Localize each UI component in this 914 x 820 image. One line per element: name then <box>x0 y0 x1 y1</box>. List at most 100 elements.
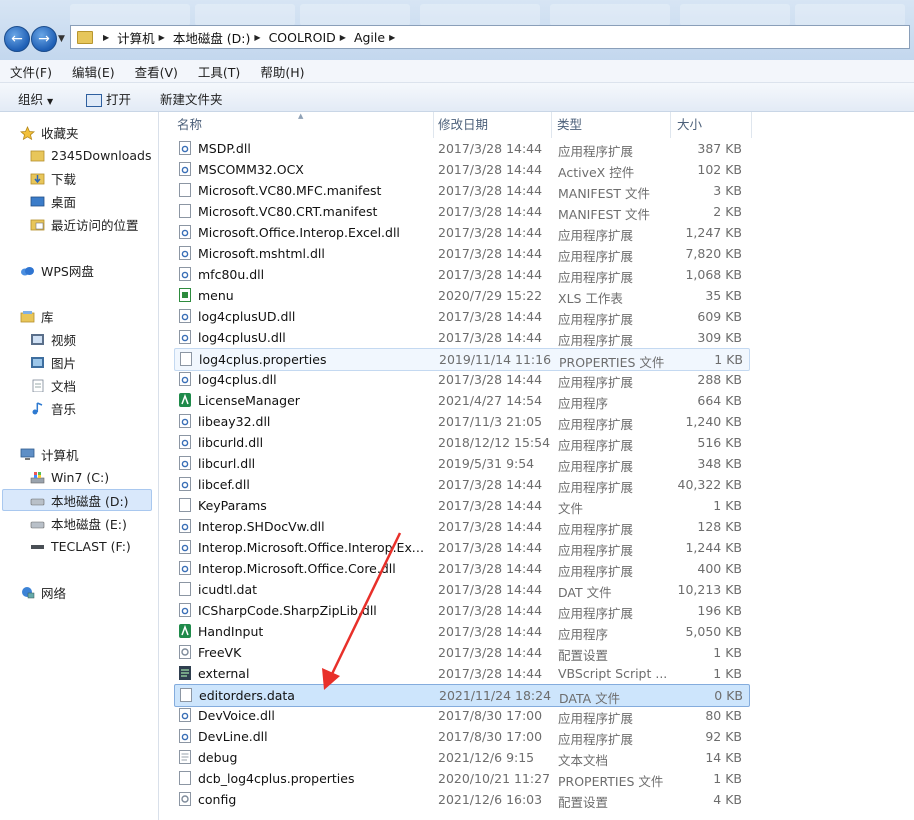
file-row-interop-microsoft-office-interop-excel[interactable]: Interop.Microsoft.Office.Interop.Excel..… <box>174 537 748 558</box>
menu-edit[interactable]: 编辑(E) <box>62 62 125 81</box>
file-row-external[interactable]: external 2017/3/28 14:44 VBScript Script .… <box>174 663 748 684</box>
file-row-log4cplusu-dll[interactable]: log4cplusU.dll 2017/3/28 14:44 应用程序扩展 309 K… <box>174 327 748 348</box>
file-type: 应用程序扩展 <box>558 270 634 285</box>
file-row-mscomm32-ocx[interactable]: MSCOMM32.OCX 2017/3/28 14:44 ActiveX 控件 102… <box>174 159 748 180</box>
nav-item-documents[interactable]: 文档 <box>30 374 76 396</box>
nav-item-2345downloads[interactable]: 2345Downloads <box>30 144 151 166</box>
menu-tools[interactable]: 工具(T) <box>188 62 250 81</box>
file-row-keyparams[interactable]: KeyParams 2017/3/28 14:44 文件 1 KB <box>174 495 748 516</box>
file-row-msdp-dll[interactable]: MSDP.dll 2017/3/28 14:44 应用程序扩展 387 KB <box>174 138 748 159</box>
file-row-handinput[interactable]: HandInput 2017/3/28 14:44 应用程序 5,050 KB <box>174 621 748 642</box>
file-size: 35 KB <box>705 288 742 303</box>
nav-wps-cloud[interactable]: WPS网盘 <box>20 259 94 281</box>
menu-file[interactable]: 文件(F) <box>0 62 62 81</box>
chevron-right-icon[interactable]: ▶ <box>159 33 165 42</box>
file-row-microsoft-office-interop-excel-dll[interactable]: Microsoft.Office.Interop.Excel.dll 2017/3… <box>174 222 748 243</box>
file-row-microsoft-mshtml-dll[interactable]: Microsoft.mshtml.dll 2017/3/28 14:44 应用程序扩… <box>174 243 748 264</box>
file-row-libcurl-dll[interactable]: libcurl.dll 2019/5/31 9:54 应用程序扩展 348 KB <box>174 453 748 474</box>
nav-item-label: TECLAST (F:) <box>51 538 131 554</box>
file-row-licensemanager[interactable]: LicenseManager 2021/4/27 14:54 应用程序 664 KB <box>174 390 748 411</box>
file-date: 2017/3/28 14:44 <box>438 624 543 639</box>
nav-item-videos[interactable]: 视频 <box>30 328 76 350</box>
nav-drive-c[interactable]: Win7 (C:) <box>30 466 109 488</box>
file-row-mfc80u-dll[interactable]: mfc80u.dll 2017/3/28 14:44 应用程序扩展 1,068 KB <box>174 264 748 285</box>
file-row-log4cplus-dll[interactable]: log4cplus.dll 2017/3/28 14:44 应用程序扩展 288 KB <box>174 369 748 390</box>
chevron-right-icon[interactable]: ▶ <box>389 33 395 42</box>
file-row-devvoice-dll[interactable]: DevVoice.dll 2017/8/30 17:00 应用程序扩展 80 KB <box>174 705 748 726</box>
file-date: 2017/3/28 14:44 <box>438 225 543 240</box>
menu-view[interactable]: 查看(V) <box>125 62 188 81</box>
back-button[interactable]: ← <box>4 26 30 52</box>
file-row-debug[interactable]: debug 2021/12/6 9:15 文本文档 14 KB <box>174 747 748 768</box>
file-size: 1 KB <box>713 498 742 513</box>
file-size: 2 KB <box>713 204 742 219</box>
file-date: 2017/3/28 14:44 <box>438 372 543 387</box>
nav-item-desktop[interactable]: 桌面 <box>30 190 76 212</box>
file-row-icudtl-dat[interactable]: icudtl.dat 2017/3/28 14:44 DAT 文件 10,213 KB <box>174 579 748 600</box>
nav-network[interactable]: 网络 <box>20 581 66 603</box>
file-date: 2017/3/28 14:44 <box>438 330 543 345</box>
chevron-right-icon[interactable]: ▶ <box>254 33 260 42</box>
file-row-interop-microsoft-office-core-dll[interactable]: Interop.Microsoft.Office.Core.dll 2017/3/… <box>174 558 748 579</box>
file-row-editorders-data[interactable]: editorders.data 2021/11/24 18:24 DATA 文件 0 … <box>174 684 750 707</box>
nav-libraries[interactable]: 库 <box>20 305 54 327</box>
breadcrumb-drive-d[interactable]: 本地磁盘 (D:) <box>173 28 251 47</box>
breadcrumb-agile[interactable]: Agile <box>354 30 385 45</box>
file-row-config[interactable]: config 2021/12/6 16:03 配置设置 4 KB <box>174 789 748 810</box>
new-folder-button[interactable]: 新建文件夹 <box>160 89 223 108</box>
background-taskbar-item <box>680 4 790 26</box>
file-row-freevk[interactable]: FreeVK 2017/3/28 14:44 配置设置 1 KB <box>174 642 748 663</box>
background-taskbar-item <box>70 4 190 26</box>
nav-item-recent-places[interactable]: 最近访问的位置 <box>30 213 139 235</box>
file-row-interop-shdocvw-dll[interactable]: Interop.SHDocVw.dll 2017/3/28 14:44 应用程序扩展… <box>174 516 748 537</box>
nav-drive-f[interactable]: TECLAST (F:) <box>30 535 131 557</box>
column-header-type[interactable]: 类型 <box>552 112 671 138</box>
nav-item-pictures[interactable]: 图片 <box>30 351 76 373</box>
breadcrumb-computer[interactable]: 计算机 <box>117 28 155 47</box>
file-date: 2017/11/3 21:05 <box>438 414 543 429</box>
recent-pages-dropdown[interactable]: ▼ <box>58 34 65 44</box>
nav-item-downloads[interactable]: 下载 <box>30 167 76 189</box>
file-row-microsoft-vc80-mfc-manifest[interactable]: Microsoft.VC80.MFC.manifest 2017/3/28 14:… <box>174 180 748 201</box>
background-taskbar-item <box>300 4 410 26</box>
file-row-log4cplus-properties[interactable]: log4cplus.properties 2019/11/14 11:16 PROP… <box>174 348 750 371</box>
organize-button[interactable]: 组织 ▼ <box>18 89 53 108</box>
file-row-log4cplusud-dll[interactable]: log4cplusUD.dll 2017/3/28 14:44 应用程序扩展 609 … <box>174 306 748 327</box>
nav-favorites-label: 收藏夹 <box>41 125 79 141</box>
column-header-size[interactable]: 大小 <box>672 112 752 138</box>
file-size: 1,244 KB <box>685 540 742 555</box>
breadcrumb-coolroid[interactable]: COOLROID <box>269 30 336 45</box>
file-row-devline-dll[interactable]: DevLine.dll 2017/8/30 17:00 应用程序扩展 92 KB <box>174 726 748 747</box>
file-type: MANIFEST 文件 <box>558 186 651 201</box>
file-row-dcb-log4cplus-properties[interactable]: dcb_log4cplus.properties 2020/10/21 11:27… <box>174 768 748 789</box>
nav-computer[interactable]: 计算机 <box>20 443 79 465</box>
forward-button[interactable]: → <box>31 26 57 52</box>
address-box[interactable]: ▶ 计算机 ▶ 本地磁盘 (D:) ▶ COOLROID ▶ Agile ▶ <box>70 25 910 49</box>
nav-drive-d[interactable]: 本地磁盘 (D:) <box>2 489 152 511</box>
nav-item-music[interactable]: 音乐 <box>30 397 76 419</box>
nav-favorites[interactable]: 收藏夹 <box>19 121 79 143</box>
file-row-microsoft-vc80-crt-manifest[interactable]: Microsoft.VC80.CRT.manifest 2017/3/28 14:… <box>174 201 748 222</box>
file-date: 2017/3/28 14:44 <box>438 519 543 534</box>
column-header-name[interactable]: 名称 <box>172 112 434 138</box>
nav-item-label: 桌面 <box>51 194 77 210</box>
file-size: 387 KB <box>697 141 742 156</box>
open-button[interactable]: 打开 <box>86 89 131 108</box>
file-row-menu[interactable]: menu 2020/7/29 15:22 XLS 工作表 35 KB <box>174 285 748 306</box>
file-size: 4 KB <box>713 792 742 807</box>
chevron-right-icon[interactable]: ▶ <box>340 33 346 42</box>
file-row-libcurld-dll[interactable]: libcurld.dll 2018/12/12 15:54 应用程序扩展 516 KB <box>174 432 748 453</box>
background-taskbar-item <box>420 4 540 26</box>
file-row-libcef-dll[interactable]: libcef.dll 2017/3/28 14:44 应用程序扩展 40,322 KB <box>174 474 748 495</box>
file-row-libeay32-dll[interactable]: libeay32.dll 2017/11/3 21:05 应用程序扩展 1,240 K… <box>174 411 748 432</box>
file-name: ICSharpCode.SharpZipLib.dll <box>198 603 377 618</box>
menu-help[interactable]: 帮助(H) <box>250 62 314 81</box>
file-row-icsharpcode-sharpziplib-dll[interactable]: ICSharpCode.SharpZipLib.dll 2017/3/28 14:… <box>174 600 748 621</box>
nav-drive-e[interactable]: 本地磁盘 (E:) <box>30 512 127 534</box>
file-type: 应用程序扩展 <box>558 480 634 495</box>
column-header-date[interactable]: 修改日期 <box>433 112 552 138</box>
file-size: 1,247 KB <box>685 225 742 240</box>
nav-item-label: 2345Downloads <box>51 147 152 163</box>
file-name: DevLine.dll <box>198 729 268 744</box>
open-label: 打开 <box>106 92 132 107</box>
